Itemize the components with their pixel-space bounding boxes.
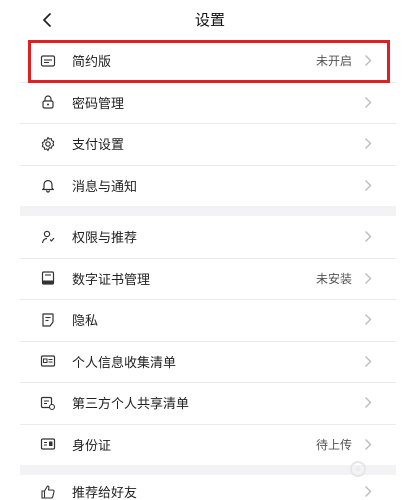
- setting-row-simple-mode[interactable]: 简约版 未开启: [20, 40, 396, 82]
- chevron-right-icon: [362, 354, 374, 368]
- setting-row-payment[interactable]: 支付设置: [20, 123, 396, 165]
- page-title: 设置: [194, 11, 225, 29]
- chevron-right-icon: [362, 313, 374, 327]
- setting-row-permissions[interactable]: 权限与推荐: [20, 216, 396, 258]
- setting-label: 密码管理: [72, 96, 125, 112]
- setting-label: 权限与推荐: [72, 231, 138, 247]
- share-list-icon: [38, 393, 58, 413]
- setting-value: 未开启: [315, 54, 352, 69]
- setting-row-personal-info-list[interactable]: 个人信息收集清单: [20, 340, 396, 383]
- setting-label: 消息与通知: [72, 179, 138, 195]
- header: 设置: [0, 0, 420, 40]
- setting-label: 简约版: [72, 55, 112, 71]
- chevron-right-icon: [362, 437, 374, 451]
- bell-icon: [38, 175, 58, 195]
- setting-label: 身份证: [72, 438, 112, 454]
- section-separator: [20, 206, 396, 216]
- setting-label: 第三方个人共享清单: [72, 397, 190, 413]
- id-card-icon: [38, 351, 58, 371]
- setting-row-notifications[interactable]: 消息与通知: [20, 164, 396, 207]
- setting-label: 数字证书管理: [72, 272, 151, 288]
- privacy-icon: [38, 310, 58, 330]
- certificate-icon: [38, 268, 58, 288]
- setting-row-identity-card[interactable]: 身份证 待上传: [20, 423, 396, 466]
- gear-icon: [38, 134, 58, 154]
- chevron-right-icon: [362, 230, 374, 244]
- settings-group-3: 推荐给好友: [20, 475, 396, 500]
- chevron-right-icon: [362, 271, 374, 285]
- chevron-right-icon: [362, 485, 374, 499]
- permission-icon: [38, 227, 58, 247]
- identity-card-icon: [38, 434, 58, 454]
- settings-group-2: 权限与推荐 数字证书管理 未安装 隐私 个人信息收集清单 第三方个人共享清单 身…: [20, 216, 396, 465]
- setting-label: 隐私: [72, 314, 99, 330]
- chevron-right-icon: [362, 178, 374, 192]
- chevron-right-icon: [362, 54, 374, 68]
- setting-value: 未安装: [315, 271, 352, 286]
- section-separator: [20, 465, 396, 475]
- setting-row-digital-certificate[interactable]: 数字证书管理 未安装: [20, 257, 396, 300]
- chevron-right-icon: [362, 137, 374, 151]
- setting-row-recommend-to-friend[interactable]: 推荐给好友: [20, 475, 396, 500]
- setting-label: 支付设置: [72, 138, 125, 154]
- chevron-right-icon: [362, 396, 374, 410]
- setting-value: 待上传: [315, 437, 352, 452]
- simple-mode-icon: [38, 51, 58, 71]
- settings-group-1: 简约版 未开启 密码管理 支付设置 消息与通知: [20, 40, 396, 206]
- setting-row-password[interactable]: 密码管理: [20, 81, 396, 124]
- setting-row-privacy[interactable]: 隐私: [20, 299, 396, 341]
- chevron-right-icon: [362, 95, 374, 109]
- setting-label: 个人信息收集清单: [72, 355, 177, 371]
- lock-icon: [38, 92, 58, 112]
- setting-label: 推荐给好友: [72, 486, 138, 500]
- thumbs-up-icon: [38, 482, 58, 500]
- setting-row-third-party-share-list[interactable]: 第三方个人共享清单: [20, 382, 396, 424]
